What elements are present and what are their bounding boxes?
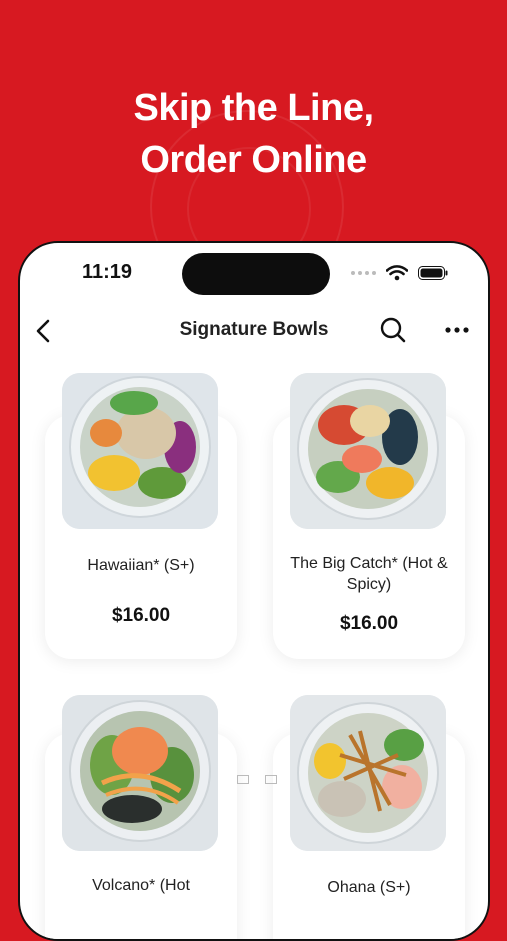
status-time: 11:19	[82, 261, 133, 283]
promo-headline: Skip the Line, Order Online	[0, 82, 507, 186]
nav-bar: Signature Bowls	[20, 309, 488, 353]
dynamic-island	[182, 253, 330, 295]
more-options-icon[interactable]	[442, 315, 472, 345]
headline-line-2: Order Online	[140, 139, 367, 181]
headline-line-1: Skip the Line,	[133, 87, 374, 129]
product-name: Volcano* (Hot	[92, 877, 190, 894]
image-placeholder-icon	[260, 775, 282, 797]
product-name: Ohana (S+)	[327, 879, 411, 896]
product-name: The Big Catch* (Hot & Spicy)	[290, 555, 448, 593]
product-image[interactable]	[62, 373, 218, 529]
status-indicators	[351, 265, 448, 281]
battery-icon	[418, 266, 448, 280]
search-icon[interactable]	[378, 315, 408, 345]
signal-icon	[351, 271, 376, 275]
product-name: Hawaiian* (S+)	[87, 557, 195, 574]
wifi-icon	[386, 265, 408, 281]
page-title: Signature Bowls	[179, 319, 329, 340]
product-image[interactable]	[62, 695, 218, 851]
phone-frame: 11:19 Signature Bowls Hawaiian* (S+) $16…	[18, 241, 490, 941]
image-placeholder-icon	[232, 775, 254, 797]
product-image[interactable]	[290, 373, 446, 529]
product-price: $16.00	[111, 605, 171, 626]
product-price: $16.00	[339, 613, 399, 634]
product-image[interactable]	[290, 695, 446, 851]
